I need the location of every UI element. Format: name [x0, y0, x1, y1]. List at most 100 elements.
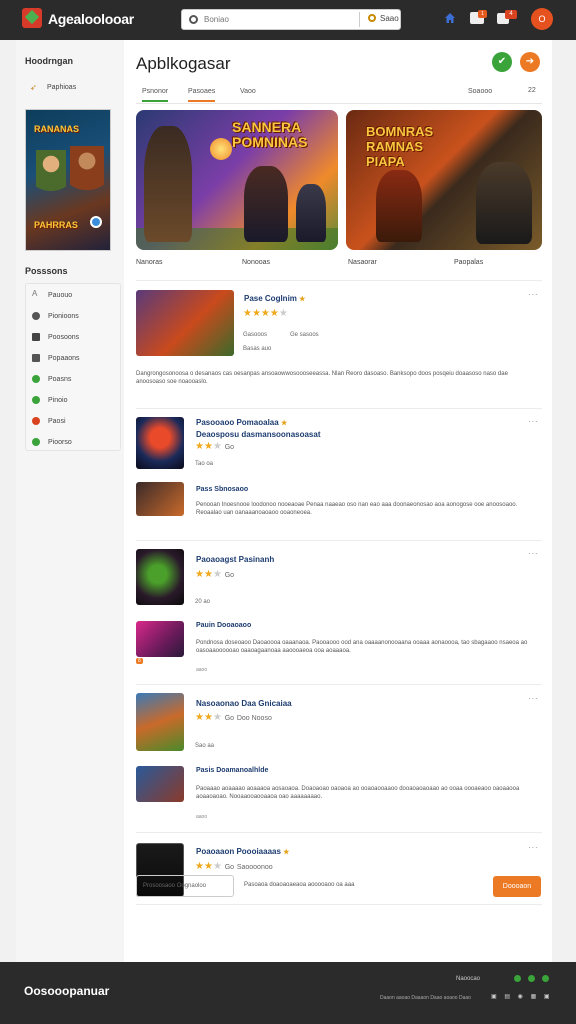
- load-more-input[interactable]: Prosoosaoo Oognaoloo: [136, 875, 234, 897]
- main-content: Apblkogasar ✔ ➔ Psnonor Pasoaes Vaoo Soa…: [124, 40, 552, 962]
- notification-badge: 1: [478, 10, 487, 18]
- search-icon: [189, 15, 198, 24]
- game-title[interactable]: Paoaoagst Pasinanh: [196, 555, 274, 564]
- related-title[interactable]: Pass Sbnosaoo: [196, 486, 248, 493]
- divider: [136, 280, 542, 281]
- tab-second[interactable]: Pasoaes: [188, 88, 216, 102]
- related-title[interactable]: Pauin Dooaoaoo: [196, 622, 251, 629]
- play-icon[interactable]: [90, 216, 102, 228]
- featured-title: SANNERA POMNINAS: [232, 119, 308, 150]
- game-title[interactable]: Poaoaaon Poooiaaaas ★: [196, 847, 289, 856]
- game-thumbnail[interactable]: [136, 417, 184, 469]
- more-options-icon[interactable]: ···: [528, 549, 539, 558]
- more-options-icon[interactable]: ···: [528, 694, 539, 703]
- tab-bar: Psnonor Pasoaes Vaoo Soaooo 22: [136, 86, 542, 104]
- category-label: Poosoons: [48, 334, 80, 341]
- footer-links[interactable]: Daaon aaoao Daaaon Daao aoaoo Daao: [380, 995, 471, 1001]
- more-options-icon[interactable]: ···: [528, 417, 539, 426]
- category-icon: [32, 375, 40, 383]
- hero-character: [144, 126, 192, 242]
- page-title: Apblkogasar: [136, 54, 231, 73]
- banner-character: [70, 146, 104, 206]
- search-button[interactable]: Saao: [366, 12, 400, 27]
- category-label: Pionioons: [48, 313, 79, 320]
- category-item[interactable]: Paosi: [26, 414, 122, 430]
- game-thumbnail[interactable]: [136, 290, 234, 356]
- game-title[interactable]: Pase Coglnim ★: [244, 294, 305, 303]
- social-icons[interactable]: ▣ ▤ ◉ ▦ ▣: [491, 993, 553, 1000]
- search-box[interactable]: Boniao Saao: [181, 9, 401, 30]
- footer-label: Naoocao: [456, 976, 481, 982]
- magnifier-icon: [368, 14, 376, 22]
- footer: Oosooopanuar Naoocao Daaon aaoao Daaaon …: [0, 962, 576, 1024]
- featured-game-card[interactable]: SANNERA POMNINAS: [136, 110, 338, 250]
- star-rating: ★★★ Go: [195, 441, 235, 452]
- star-rating: ★★★ Go Saoooonoo: [195, 861, 273, 872]
- featured-label: Nanoras: [136, 259, 163, 266]
- category-label: Pauouo: [48, 292, 73, 299]
- related-description: Pondnosa doseoaoo Daoaoooa oaaanaoa. Pao…: [196, 640, 528, 654]
- game-title[interactable]: Nasoaonao Daa Gnicaiaa: [196, 699, 292, 708]
- category-icon: [32, 417, 40, 425]
- star-badge-icon: ★: [280, 420, 288, 427]
- star-badge-icon: ★: [299, 296, 306, 303]
- game-meta-tertiary: Basas auo: [243, 346, 272, 352]
- user-avatar[interactable]: O: [531, 8, 553, 30]
- game-thumbnail[interactable]: [136, 693, 184, 751]
- game-meta: Sao aa: [195, 743, 215, 749]
- category-item[interactable]: Pinoio: [26, 393, 122, 409]
- game-subtitle: Deaosposu dasmansoonasoasat: [196, 430, 321, 439]
- related-thumbnail[interactable]: [136, 621, 184, 657]
- related-title[interactable]: Pasis Doamanoalhlde: [196, 767, 268, 774]
- divider: [136, 904, 542, 905]
- sidebar-link[interactable]: ➶ Paphioas: [25, 82, 120, 96]
- banner-title: RANANAS: [34, 124, 79, 134]
- category-item[interactable]: A Pauouo: [26, 288, 122, 304]
- app-name[interactable]: Agealoolooar: [48, 11, 134, 27]
- enemy-character: [296, 184, 326, 242]
- status-dot-icon: [542, 975, 549, 982]
- category-icon: [32, 312, 40, 320]
- related-description: Penooan Inoesnooe loodonoo nooeaoae Pena…: [196, 502, 518, 516]
- status-dot-icon: [514, 975, 521, 982]
- game-title[interactable]: Pasooaoo Pomaoalaa ★: [196, 418, 287, 427]
- confirm-button[interactable]: ✔: [492, 52, 512, 72]
- footer-brand[interactable]: Oosooopanuar: [24, 984, 109, 998]
- rating-number: Go: [224, 715, 235, 722]
- search-input[interactable]: Boniao: [204, 15, 229, 24]
- category-item[interactable]: Poasns: [26, 372, 122, 388]
- home-icon[interactable]: [444, 12, 456, 24]
- category-item[interactable]: Poosoons: [26, 330, 122, 346]
- related-meta: aaoo: [196, 667, 208, 673]
- app-logo-icon[interactable]: [22, 8, 42, 28]
- load-more-button[interactable]: Doooaon: [493, 876, 541, 897]
- star-rating: ★★★ Go Doo Nooso: [195, 712, 272, 723]
- sort-dropdown[interactable]: Soaooo: [468, 88, 492, 95]
- divider: [136, 540, 542, 541]
- tab-first[interactable]: Psnonor: [142, 88, 169, 102]
- related-thumbnail[interactable]: [136, 482, 184, 516]
- divider: [136, 408, 542, 409]
- related-description: Paoaaao aoaaaao aoaaaoa aosaoaoa. Doaoao…: [196, 786, 520, 800]
- tab-third[interactable]: Vaoo: [240, 88, 256, 100]
- category-item[interactable]: Popaaons: [26, 351, 122, 367]
- category-icon: [32, 354, 40, 362]
- category-item[interactable]: Pioorso: [26, 435, 122, 451]
- featured-game-card[interactable]: BOMNRAS RAMNAS PIAPA: [346, 110, 542, 250]
- status-dot-icon: [528, 975, 535, 982]
- related-thumbnail[interactable]: [136, 766, 184, 802]
- sidebar-promo-banner[interactable]: RANANAS PAHRRAS: [25, 109, 111, 251]
- category-item[interactable]: Pionioons: [26, 309, 122, 325]
- warrior-character: [244, 166, 288, 242]
- category-icon: A: [32, 289, 38, 298]
- category-icon: [32, 333, 40, 341]
- category-label: Poasns: [48, 376, 72, 383]
- grid-toggle[interactable]: 22: [528, 87, 536, 94]
- more-options-icon[interactable]: ···: [528, 290, 539, 299]
- more-options-icon[interactable]: ···: [528, 843, 539, 852]
- category-icon: [32, 438, 40, 446]
- next-button[interactable]: ➔: [520, 52, 540, 72]
- game-description: Dangrongosonoosa o desanaos cas oesanpas…: [136, 371, 508, 385]
- featured-label: Nonooas: [242, 259, 271, 266]
- game-thumbnail[interactable]: [136, 549, 184, 605]
